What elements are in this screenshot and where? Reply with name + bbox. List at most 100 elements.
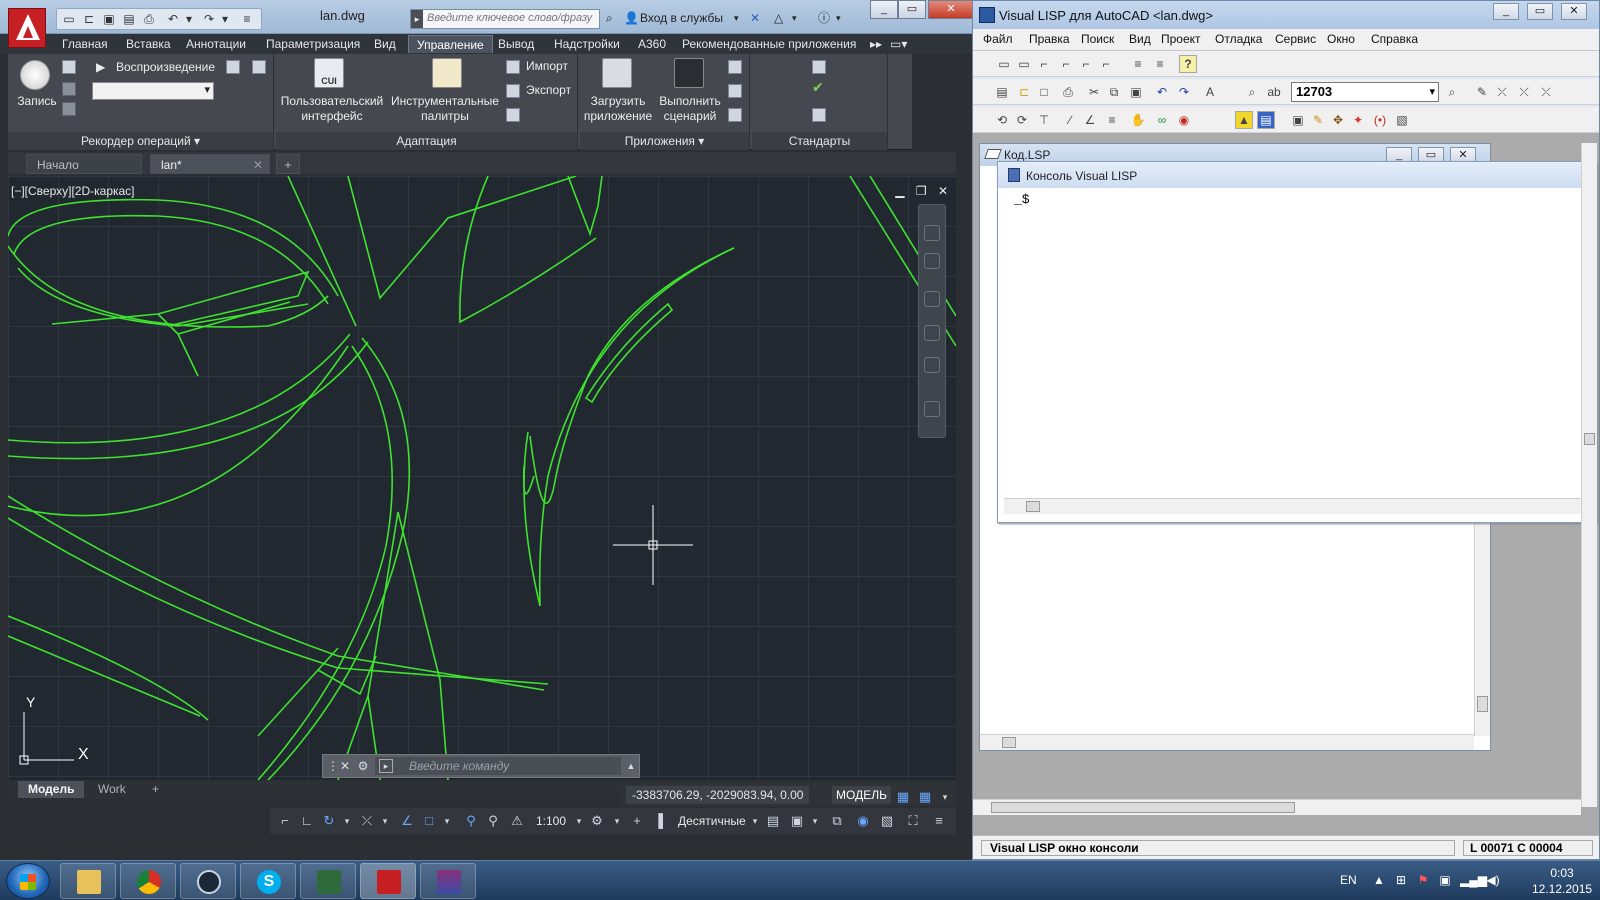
annotation-monitor-icon[interactable]: + xyxy=(628,812,646,830)
tab-manage[interactable]: Управление xyxy=(408,35,493,53)
auto-scale-icon[interactable]: ⚲ xyxy=(484,812,502,830)
code-hscroll-thumb[interactable] xyxy=(1002,737,1016,748)
vlisp-quit-icon[interactable]: ∠ xyxy=(1081,111,1099,129)
vlisp-new-file-icon[interactable]: ▤ xyxy=(993,83,1011,101)
quick-properties-icon[interactable]: ▤ xyxy=(764,812,782,830)
menu-search[interactable]: Поиск xyxy=(1081,32,1114,46)
annotation-visibility-icon[interactable]: ⚲ xyxy=(462,812,480,830)
vlisp-maximize-icon[interactable]: ▭ xyxy=(1527,3,1553,20)
run-script-icon[interactable] xyxy=(674,58,704,88)
object-snap-icon[interactable]: □ xyxy=(420,812,438,830)
vlisp-print-icon[interactable]: ⎙ xyxy=(1059,83,1077,101)
polar-tracking-icon[interactable]: ↻ xyxy=(320,812,338,830)
print-icon[interactable]: ⎙ xyxy=(141,11,157,27)
command-prompt-icon[interactable]: ▸ xyxy=(379,759,393,773)
play-icon[interactable]: ▶ xyxy=(96,60,105,75)
zoom-icon[interactable] xyxy=(924,325,940,341)
annotation-scale-value[interactable]: 1:100 xyxy=(536,812,566,830)
maximize-icon[interactable]: ▭ xyxy=(898,0,926,19)
help-dropdown-icon[interactable]: ▾ xyxy=(836,10,841,26)
visual-lisp-editor-icon[interactable] xyxy=(728,84,742,98)
taskbar-chrome[interactable] xyxy=(120,863,176,899)
tool-palettes-icon[interactable] xyxy=(432,58,462,88)
snap-icon[interactable]: ▦ xyxy=(916,788,934,806)
viewport-restore-icon[interactable]: ❐ xyxy=(916,184,927,198)
vlisp-save-icon[interactable]: □ xyxy=(1035,83,1053,101)
qat-customize-icon[interactable]: ≡ xyxy=(239,11,255,27)
signin-dropdown-icon[interactable]: ▾ xyxy=(734,10,739,26)
menu-debug[interactable]: Отладка xyxy=(1215,32,1262,46)
vlisp-find-icon[interactable]: ⌕ xyxy=(1243,83,1261,101)
tray-device-icon[interactable]: ▣ xyxy=(1438,873,1452,887)
save-icon[interactable]: ▣ xyxy=(101,11,117,27)
vlisp-format-selection-icon[interactable]: ▭ xyxy=(1015,55,1033,73)
file-tab-close-icon[interactable]: ✕ xyxy=(253,155,263,175)
tab-featured-apps[interactable]: Рекомендованные приложения xyxy=(674,35,864,53)
vlisp-comment-icon[interactable]: ⌐ xyxy=(1035,55,1053,73)
vlisp-symbol-service-icon[interactable]: ✦ xyxy=(1349,111,1367,129)
viewport-label[interactable]: [−][Сверху][2D-каркас] xyxy=(11,184,135,198)
app-dropdown-icon[interactable]: ▾ xyxy=(792,10,797,26)
vlisp-replace-icon[interactable]: ab xyxy=(1265,83,1283,101)
hardware-acceleration-icon[interactable]: ◉ xyxy=(854,812,872,830)
tab-a360[interactable]: A360 xyxy=(630,35,674,53)
new-tab-plus-icon[interactable]: + xyxy=(276,154,300,174)
vlisp-check-selection-icon[interactable]: ⌐ xyxy=(1097,55,1115,73)
command-settings-icon[interactable]: ⚙ xyxy=(355,758,371,774)
search-expand-icon[interactable]: ▸ xyxy=(411,10,423,28)
code-vscroll-thumb[interactable] xyxy=(1477,696,1488,712)
playback-button[interactable]: Воспроизведение xyxy=(116,60,215,75)
tray-flag-icon[interactable]: ⚑ xyxy=(1416,873,1430,887)
isodraft-dropdown-icon[interactable]: ▾ xyxy=(376,812,394,830)
ribbon-minimize-icon[interactable]: ▭▾ xyxy=(882,35,915,53)
object-snap-dropdown-icon[interactable]: ▾ xyxy=(438,812,456,830)
vlisp-paste-icon[interactable]: ▣ xyxy=(1127,83,1145,101)
units-value[interactable]: Десятичные xyxy=(678,812,746,830)
vlisp-open-file-icon[interactable]: ⊏ xyxy=(1015,83,1033,101)
mdi-vscroll-thumb[interactable] xyxy=(1584,433,1595,445)
grid-icon[interactable]: ▦ xyxy=(894,788,912,806)
console-prompt[interactable]: _$ xyxy=(1014,192,1030,207)
vlisp-indent-icon[interactable]: ≡ xyxy=(1129,55,1147,73)
vlisp-minimize-icon[interactable]: _ xyxy=(1493,3,1519,20)
console-horizontal-scrollbar[interactable] xyxy=(1004,498,1596,514)
fullscreen-icon[interactable]: ⛶ xyxy=(904,812,922,830)
load-application-icon[interactable] xyxy=(602,58,632,88)
help-icon[interactable]: ⓘ xyxy=(818,10,830,26)
minimize-icon[interactable]: _ xyxy=(870,0,898,19)
taskbar-monitor-app[interactable] xyxy=(300,863,356,899)
autodesk-app-icon[interactable]: △ xyxy=(774,10,783,26)
vlisp-uncomment-icon[interactable]: ⌐ xyxy=(1057,55,1075,73)
recorder-preferences-icon[interactable] xyxy=(226,60,240,74)
console-hscroll-thumb[interactable] xyxy=(1026,501,1040,512)
vlisp-apropos-icon[interactable]: (•) xyxy=(1371,111,1389,129)
vlisp-search-binoculars-icon[interactable]: ⌕ xyxy=(1443,83,1461,101)
vlisp-unindent-icon[interactable]: ≡ xyxy=(1151,55,1169,73)
viewport-close-icon[interactable]: ✕ xyxy=(938,184,948,198)
record-icon[interactable] xyxy=(20,60,50,90)
binoculars-icon[interactable]: ⌕ xyxy=(606,10,613,26)
vlisp-watch-window-icon[interactable]: ▧ xyxy=(1393,111,1411,129)
tab-insert[interactable]: Вставка xyxy=(118,35,179,53)
drawing-viewport[interactable]: [−][Сверху][2D-каркас] Y X ▁ ❐ ✕ xyxy=(8,176,956,780)
message-icon[interactable] xyxy=(62,60,76,74)
vlisp-toggle-bookmark-icon[interactable]: ✎ xyxy=(1473,83,1491,101)
taskbar-explorer[interactable] xyxy=(60,863,116,899)
vlisp-help-icon[interactable]: ? xyxy=(1179,55,1197,73)
user-interface-button[interactable]: Пользовательский интерфейс xyxy=(276,94,388,124)
vlisp-reset-icon[interactable]: ≡ xyxy=(1103,111,1121,129)
vlisp-last-break-icon[interactable]: ◉ xyxy=(1175,111,1193,129)
close-icon[interactable]: ✕ xyxy=(928,0,974,19)
exchange-icon[interactable]: ✕ xyxy=(750,10,760,26)
menu-window[interactable]: Окно xyxy=(1327,32,1355,46)
layout-tab-model[interactable]: Модель xyxy=(18,781,85,798)
units-dropdown-icon[interactable]: ▾ xyxy=(746,812,764,830)
console-window[interactable]: Консоль Visual LISP _$ xyxy=(997,161,1597,523)
check-standards-icon[interactable]: ✔ xyxy=(812,80,824,95)
tab-home[interactable]: Главная xyxy=(54,35,116,53)
file-tab-start[interactable]: Начало xyxy=(26,154,142,174)
polar-dropdown-icon[interactable]: ▾ xyxy=(338,812,356,830)
tab-addins[interactable]: Надстройки xyxy=(546,35,628,53)
vlisp-toggle-breakpoint-icon[interactable]: ✋ xyxy=(1129,111,1147,129)
redo-icon[interactable]: ↷ xyxy=(201,11,217,27)
